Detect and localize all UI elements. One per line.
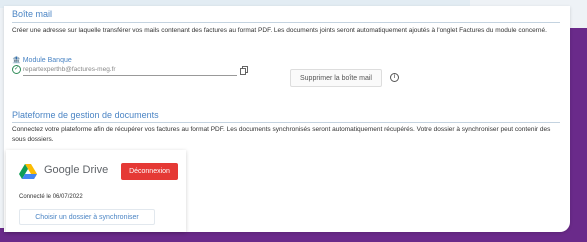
platform-description: Connectez votre plateforme afin de récup…: [12, 126, 551, 143]
info-icon[interactable]: i: [390, 73, 399, 82]
mailbox-section-divider: [12, 22, 560, 23]
copy-icon[interactable]: [240, 66, 248, 75]
platform-section-title: Plateforme de gestion de documents: [12, 110, 159, 120]
connected-date: Connecté le 06/07/2022: [19, 194, 83, 200]
disconnect-button[interactable]: Déconnexion: [121, 163, 178, 180]
choose-folder-button[interactable]: Choisir un dossier à synchroniser: [19, 209, 155, 225]
mailbox-description: Créer une adresse sur laquelle transfére…: [12, 27, 547, 34]
google-drive-icon: [19, 164, 37, 179]
provider-name: Google Drive: [44, 164, 109, 176]
check-circle-icon: ✓: [12, 65, 21, 74]
delete-mailbox-button[interactable]: Supprimer la boîte mail: [290, 69, 382, 87]
bank-icon: 🏦: [12, 57, 21, 64]
mailbox-section-title: Boîte mail: [12, 9, 53, 19]
platform-section-divider: [12, 122, 560, 123]
google-drive-card: Google Drive Déconnexion Connecté le 06/…: [6, 150, 186, 232]
mailbox-email-field[interactable]: [23, 63, 237, 76]
